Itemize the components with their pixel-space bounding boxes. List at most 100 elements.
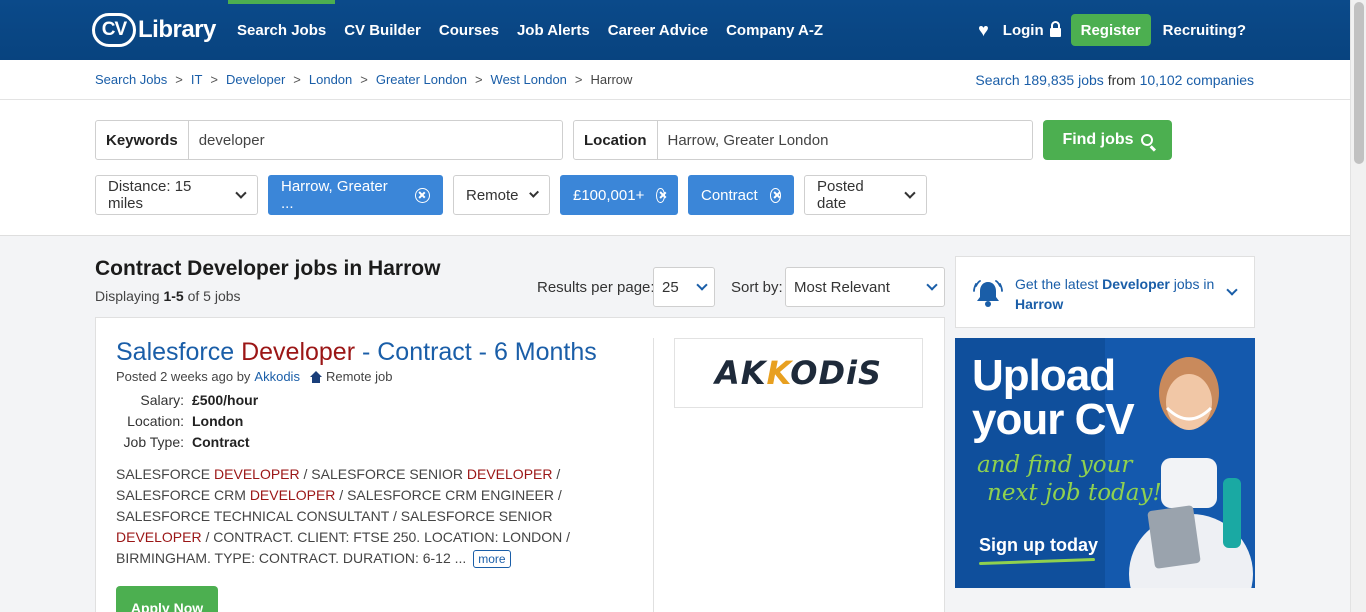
salary-filter-label: £100,001+ <box>573 186 645 204</box>
job-title-part: Salesforce <box>116 338 235 366</box>
stats-from-word: from <box>1107 72 1136 88</box>
sign-up-today-link[interactable]: Sign up today <box>979 535 1098 556</box>
logo-text-part: AK <box>714 354 767 392</box>
keywords-field: Keywords <box>95 120 563 160</box>
register-button[interactable]: Register <box>1070 14 1151 46</box>
lock-icon <box>1049 21 1061 37</box>
job-title-keyword: Developer <box>241 338 356 366</box>
desc-keyword: DEVELOPER <box>249 487 336 503</box>
chevron-down-icon <box>1226 284 1238 296</box>
job-title-link[interactable]: Salesforce Developer - Contract - 6 Mont… <box>116 338 597 367</box>
job-description: SALESFORCE DEVELOPER / SALESFORCE SENIOR… <box>116 464 626 569</box>
alert-keyword: Developer <box>1102 276 1170 292</box>
breadcrumb-developer[interactable]: Developer <box>226 72 285 87</box>
job-type-filter-chip[interactable]: Contract <box>688 175 794 215</box>
logo-text-part: ODiS <box>790 354 883 392</box>
stats-jobs-count[interactable]: 189,835 jobs <box>1024 72 1104 88</box>
nav-courses[interactable]: Courses <box>430 0 508 60</box>
job-details: Salary: £500/hour Location: London Job T… <box>118 392 259 455</box>
logo-wordmark: Library <box>138 16 216 43</box>
apply-now-button[interactable]: Apply Now <box>116 586 218 612</box>
more-button[interactable]: more <box>473 550 511 568</box>
search-icon <box>1140 134 1153 146</box>
job-type-value: Contract <box>192 434 250 450</box>
card-divider <box>653 338 654 612</box>
desc-keyword: DEVELOPER <box>116 529 202 545</box>
find-jobs-label: Find jobs <box>1062 131 1134 148</box>
nav-cv-builder[interactable]: CV Builder <box>335 0 430 60</box>
remote-filter[interactable]: Remote <box>453 175 550 215</box>
keywords-input[interactable] <box>188 121 562 159</box>
nav-career-advice[interactable]: Career Advice <box>599 0 717 60</box>
saved-jobs-heart-icon[interactable]: ♥ <box>978 20 989 41</box>
breadcrumb-west-london[interactable]: West London <box>491 72 567 87</box>
bell-icon <box>973 280 1003 307</box>
find-jobs-button[interactable]: Find jobs <box>1043 120 1172 160</box>
remove-filter-icon[interactable] <box>656 187 665 203</box>
chevron-down-icon <box>528 187 539 199</box>
desc-text: / SALESFORCE SENIOR <box>299 466 467 482</box>
nav-search-jobs[interactable]: Search Jobs <box>228 0 336 60</box>
chevron-down-icon <box>235 187 247 199</box>
displaying-word: Displaying <box>95 288 160 304</box>
posted-date-filter-label: Posted date <box>817 178 864 212</box>
nav-company-a-z[interactable]: Company A-Z <box>717 0 832 60</box>
distance-filter[interactable]: Distance: 15 miles <box>95 175 258 215</box>
site-stats: Search 189,835 jobs from 10,102 companie… <box>975 72 1254 88</box>
breadcrumb-it[interactable]: IT <box>191 72 203 87</box>
job-posted-info: Posted 2 weeks ago by Akkodis Remote job <box>116 369 392 384</box>
login-link[interactable]: Login <box>1003 21 1061 39</box>
akkodis-wordmark: AKKODiS <box>715 354 882 392</box>
remote-job-label: Remote job <box>325 369 393 384</box>
location-input[interactable] <box>657 121 1032 159</box>
location-row: Location: London <box>118 413 258 434</box>
stats-companies-count[interactable]: 10,102 companies <box>1140 72 1254 88</box>
remote-filter-label: Remote <box>466 186 519 204</box>
breadcrumb-separator: > <box>175 72 183 87</box>
breadcrumb-london[interactable]: London <box>309 72 352 87</box>
results-title: Contract Developer jobs in Harrow <box>95 257 441 280</box>
top-navigation-bar: CV Library Search Jobs CV Builder Course… <box>0 0 1350 60</box>
results-per-page-select[interactable]: 25 <box>653 267 715 307</box>
salary-label: Salary: <box>140 392 184 408</box>
desc-keyword: DEVELOPER <box>466 466 553 482</box>
job-alert-box[interactable]: Get the latest Developer jobs in Harrow <box>955 256 1255 328</box>
distance-filter-label: Distance: 15 miles <box>108 178 192 212</box>
posted-date-filter[interactable]: Posted date <box>804 175 927 215</box>
stats-search-word: Search <box>975 72 1020 88</box>
cv-library-logo[interactable]: CV Library <box>92 12 216 48</box>
results-per-page-label: Results per page: <box>537 279 655 296</box>
akkodis-logo[interactable]: AKKODiS <box>674 338 923 408</box>
nav-job-alerts[interactable]: Job Alerts <box>508 0 599 60</box>
scrollbar-thumb[interactable] <box>1354 2 1364 164</box>
main-nav: Search Jobs CV Builder Courses Job Alert… <box>228 0 832 60</box>
job-posted-text: Posted 2 weeks ago by <box>116 369 251 384</box>
job-company-link[interactable]: Akkodis <box>254 369 300 384</box>
sort-by-select[interactable]: Most Relevant <box>785 267 945 307</box>
alert-text-part: Get the latest <box>1015 276 1099 292</box>
remove-filter-icon[interactable] <box>769 187 781 203</box>
breadcrumb-separator: > <box>210 72 219 87</box>
promo-headline-2: your CV <box>972 395 1135 444</box>
desc-text: SALESFORCE <box>116 466 215 482</box>
upload-cv-promo-banner[interactable]: Upload your CV and find your next job to… <box>955 338 1255 588</box>
location-filter-label: Harrow, Greater ... <box>281 178 388 212</box>
home-icon <box>309 371 322 383</box>
displaying-range: 1-5 <box>163 288 184 304</box>
location-filter-chip[interactable]: Harrow, Greater ... <box>268 175 443 215</box>
breadcrumb-separator: > <box>574 72 583 87</box>
sort-by-label: Sort by: <box>731 279 783 296</box>
breadcrumb: Search Jobs > IT > Developer > London > … <box>95 72 632 87</box>
promo-tagline-2: next job today! <box>987 480 1162 506</box>
breadcrumb-search-jobs[interactable]: Search Jobs <box>95 72 167 87</box>
keywords-label: Keywords <box>96 121 189 159</box>
salary-row: Salary: £500/hour <box>118 392 258 413</box>
job-title-part: - Contract - 6 Months <box>361 338 597 366</box>
page-scrollbar[interactable] <box>1350 0 1366 612</box>
salary-filter-chip[interactable]: £100,001+ <box>560 175 678 215</box>
recruiting-link[interactable]: Recruiting? <box>1163 22 1246 39</box>
breadcrumb-greater-london[interactable]: Greater London <box>376 72 467 87</box>
search-panel: Keywords Location Find jobs Distance: 15… <box>0 100 1350 236</box>
logo-cv-mark: CV <box>92 13 136 47</box>
remove-filter-icon[interactable] <box>415 187 430 203</box>
